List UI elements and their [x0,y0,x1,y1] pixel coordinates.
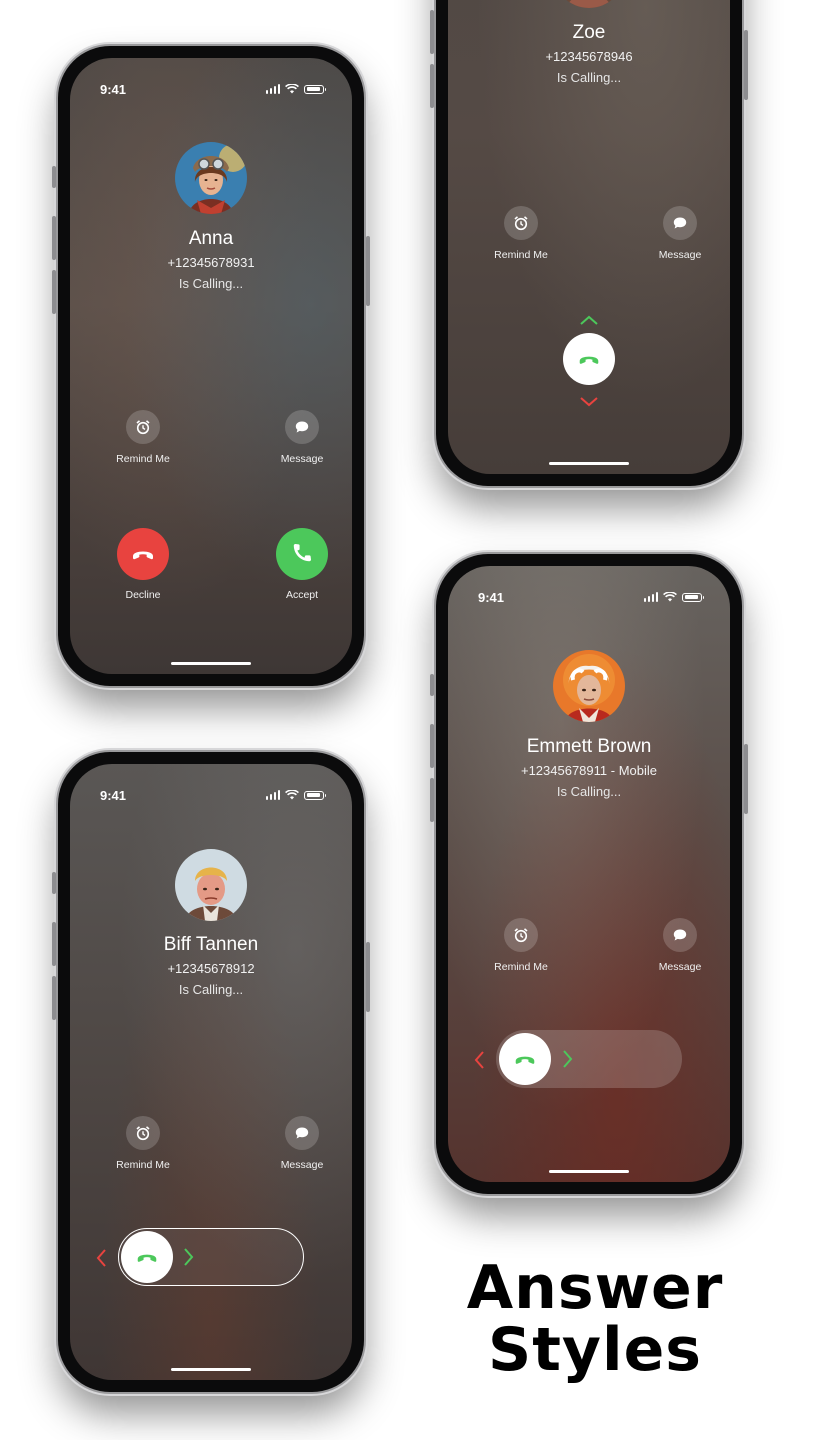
remind-me-button[interactable]: Remind Me [481,206,561,261]
message-label: Message [280,453,324,465]
chevron-up-icon [580,315,598,325]
home-indicator[interactable] [549,1170,629,1173]
answer-slider-knob[interactable] [120,1230,173,1283]
chevron-right-icon [563,1050,573,1068]
answer-slider-track[interactable] [118,1228,304,1286]
signal-icon [265,84,280,94]
battery-icon [304,84,326,94]
call-screen: 9:41 Anna +12345678931 Is Calling... Rem… [70,58,352,674]
status-time: 9:41 [100,788,127,803]
caller-avatar [175,142,247,214]
call-status: Is Calling... [178,276,244,291]
decline-button[interactable]: Decline [103,528,183,601]
wifi-icon [285,790,299,800]
decline-label: Decline [125,589,161,601]
caller-name: Emmett Brown [526,736,652,757]
speech-bubble-icon [295,421,309,433]
caller-avatar [175,849,247,921]
remind-me-button[interactable]: Remind Me [481,918,561,973]
message-label: Message [658,249,702,261]
remind-me-label: Remind Me [116,1159,170,1171]
wifi-icon [663,592,677,602]
home-indicator[interactable] [171,1368,251,1371]
message-button[interactable]: Message [640,206,720,261]
caller-avatar [553,650,625,722]
caller-name: Biff Tannen [163,934,259,955]
status-time: 9:41 [478,590,505,605]
alarm-clock-icon [514,928,528,943]
caller-name: Anna [188,228,234,249]
status-bar: 9:41 [100,82,326,98]
caller-number: +12345678912 [167,961,255,976]
answer-slider-knob[interactable] [499,1033,551,1085]
message-button[interactable]: Message [262,410,342,465]
speech-bubble-icon [295,1127,309,1139]
phone-handset-icon [515,1056,535,1064]
home-indicator[interactable] [171,662,251,665]
accept-label: Accept [285,589,319,601]
caller-number: +12345678911 - Mobile [520,763,657,778]
call-status: Is Calling... [556,70,622,85]
hang-up-icon [133,551,153,560]
call-status: Is Calling... [178,982,244,997]
phone-handset-icon [579,356,599,364]
call-screen: 9:41 Emmett Brown +12345678911 - Mobile … [448,566,730,1182]
alarm-clock-icon [136,1126,150,1141]
message-button[interactable]: Message [262,1116,342,1171]
headline-line2: Styles [488,1315,702,1385]
remind-me-label: Remind Me [116,453,170,465]
accept-button[interactable]: Accept [262,528,342,601]
battery-icon [304,790,326,800]
caller-number: +12345678946 [545,49,633,64]
wifi-icon [285,84,299,94]
remind-me-button[interactable]: Remind Me [103,410,183,465]
answer-slider-track[interactable] [496,1030,682,1088]
speech-bubble-icon [673,929,687,941]
call-screen: Zoe +12345678946 Is Calling... Remind Me… [448,0,730,474]
chevron-left-icon [474,1051,484,1069]
phone-handset-icon [293,543,312,562]
status-time: 9:41 [100,82,127,97]
remind-me-button[interactable]: Remind Me [103,1116,183,1171]
phone-zoe: Zoe +12345678946 Is Calling... Remind Me… [430,0,748,486]
chevron-left-icon [96,1249,106,1267]
message-button[interactable]: Message [640,918,720,973]
remind-me-label: Remind Me [494,249,548,261]
message-label: Message [658,961,702,973]
phone-handset-icon [137,1254,156,1262]
signal-icon [643,592,658,602]
call-screen: 9:41 Biff Tannen +12345678912 Is Calling… [70,764,352,1380]
chevron-down-icon [580,397,598,407]
caller-name: Zoe [572,22,606,43]
home-indicator[interactable] [549,462,629,465]
alarm-clock-icon [514,216,528,231]
status-bar: 9:41 [478,590,704,606]
remind-me-label: Remind Me [494,961,548,973]
phone-anna: 9:41 Anna +12345678931 Is Calling... Rem… [52,46,370,686]
phone-emmett: 9:41 Emmett Brown +12345678911 - Mobile … [430,554,748,1194]
chevron-right-icon [184,1248,194,1266]
status-bar: 9:41 [100,788,326,804]
call-status: Is Calling... [556,784,622,799]
swipe-answer-button[interactable] [563,333,615,385]
battery-icon [682,592,704,602]
signal-icon [265,790,280,800]
phone-biff: 9:41 Biff Tannen +12345678912 Is Calling… [52,752,370,1392]
caller-number: +12345678931 [167,255,255,270]
message-label: Message [280,1159,324,1171]
speech-bubble-icon [673,217,687,229]
alarm-clock-icon [136,420,150,435]
headline-line1: Answer [466,1253,724,1323]
caller-avatar [553,0,625,8]
